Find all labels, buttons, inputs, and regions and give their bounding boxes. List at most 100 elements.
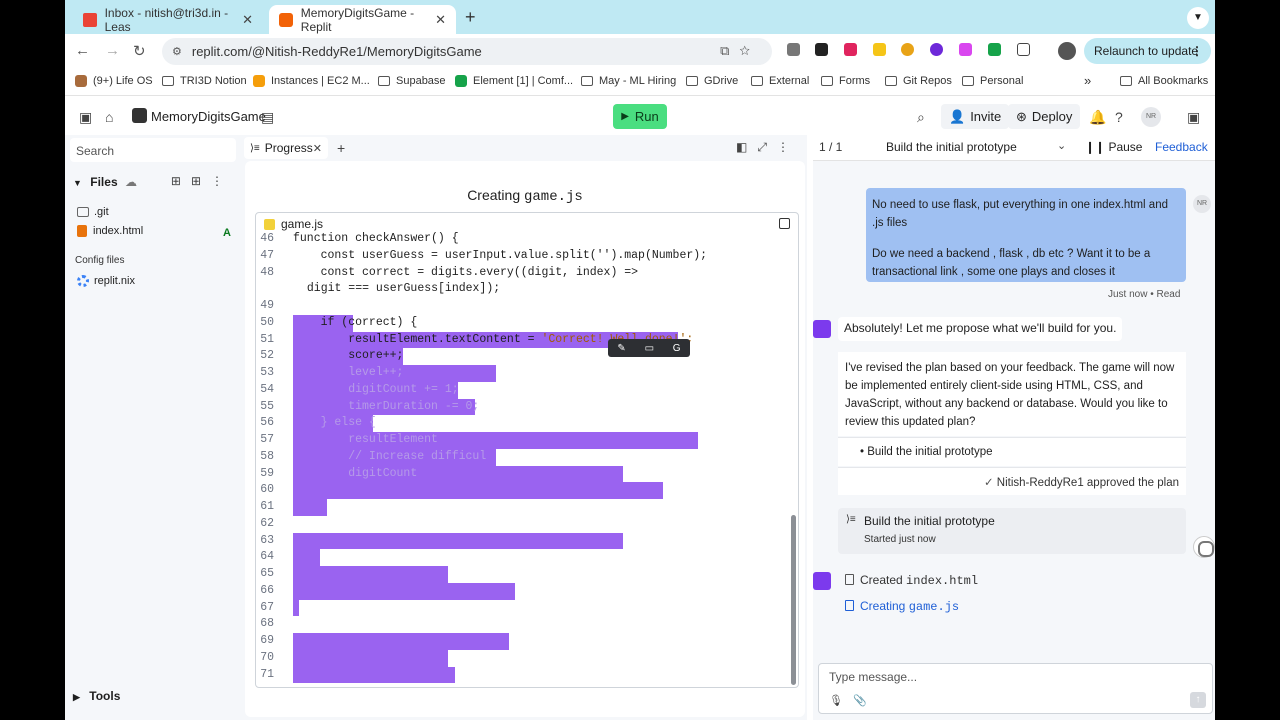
bookmark-item[interactable]: (9+) Life OS (75, 75, 153, 87)
reload-icon[interactable]: ↻ (133, 42, 146, 60)
message-input[interactable]: Type message... 🎙📎 ↑ (818, 663, 1213, 714)
extension-icon[interactable] (873, 43, 886, 56)
copy-icon[interactable] (779, 218, 790, 229)
html-file-icon (77, 225, 87, 237)
bookmark-item[interactable]: Element [1] | Comf... (455, 75, 573, 87)
bookmark-item[interactable]: Personal (962, 75, 1023, 87)
assistant-bubble-icon[interactable] (1193, 536, 1215, 558)
send-button[interactable]: ↑ (1190, 692, 1206, 708)
search-icon[interactable]: ⌕ (917, 109, 925, 126)
forward-icon[interactable]: → (105, 42, 120, 59)
pause-button[interactable]: ❙❙ Pause (1085, 140, 1142, 154)
chevron-down-icon[interactable]: ⌄ (1057, 139, 1066, 152)
close-icon[interactable]: ✕ (435, 12, 446, 28)
folder-icon (1120, 76, 1132, 86)
invite-button[interactable]: 👤 Invite (941, 104, 1010, 129)
code-line: } else { (293, 416, 376, 430)
puzzle-icon[interactable] (1017, 43, 1030, 56)
pane-actions[interactable]: ◧⤢⋮ (736, 140, 799, 155)
profile-avatar[interactable] (1058, 42, 1076, 60)
file-sidebar: Search ▼ Files ☁ ⊞⊞⋮ .git index.html A C… (65, 135, 241, 720)
close-icon[interactable]: ✕ (242, 12, 253, 28)
mic-icon[interactable]: 🎙📎 (829, 694, 877, 707)
bookmark-star-icon[interactable]: ⧉☆ (720, 43, 760, 59)
selection-highlight (293, 599, 299, 617)
created-file-entry[interactable]: Created index.html (845, 573, 978, 588)
bookmark-item[interactable]: Git Repos (885, 75, 952, 87)
extension-icon[interactable] (787, 43, 800, 56)
feedback-button[interactable]: Feedback (1155, 140, 1208, 154)
file-icon (845, 574, 854, 585)
bell-icon[interactable]: 🔔 (1089, 109, 1106, 126)
notion-icon[interactable] (815, 43, 828, 56)
file-item[interactable]: index.html (77, 225, 143, 237)
bookmark-item[interactable]: Instances | EC2 M... (253, 75, 370, 87)
search-input[interactable]: Search (70, 138, 236, 162)
files-label: Files (90, 175, 118, 189)
run-button[interactable]: ▶ Run (613, 104, 667, 129)
bookmark-item[interactable]: External (751, 75, 809, 87)
comment-icon[interactable]: ▭ (645, 343, 654, 354)
creating-prefix: Creating (860, 599, 906, 613)
agent-icon (813, 320, 831, 338)
extension-icon[interactable] (959, 43, 972, 56)
site-info-icon[interactable]: ⚙ (172, 45, 182, 58)
build-step-card[interactable]: ⟩≡ Build the initial prototype Started j… (838, 508, 1186, 554)
chevron-down-icon[interactable]: ▼ (1187, 7, 1209, 29)
tab-progress[interactable]: ⟩≡ Progress ✕ (244, 137, 328, 159)
avatar[interactable]: NR (1141, 107, 1161, 127)
tools-section[interactable]: ▶ Tools (73, 689, 120, 703)
bookmark-item[interactable]: GDrive (686, 75, 738, 87)
line-number: 69 (260, 634, 274, 647)
help-icon[interactable]: ? (1115, 109, 1123, 125)
repl-name[interactable]: MemoryDigitsGame (151, 109, 266, 124)
config-files-header: Config files (75, 255, 125, 266)
more-icon[interactable]: ⋮ (1191, 44, 1203, 58)
all-bookmarks-item[interactable]: All Bookmarks (1120, 75, 1208, 87)
bookmark-item[interactable]: Forms (821, 75, 870, 87)
extension-icon[interactable] (930, 43, 943, 56)
tab-gmail[interactable]: Inbox - nitish@tri3d.in - Leas ✕ (73, 5, 263, 34)
home-icon[interactable]: ⌂ (105, 109, 113, 125)
bookmark-item[interactable]: TRI3D Notion (162, 75, 247, 87)
selection-highlight (293, 649, 448, 667)
close-icon[interactable]: ✕ (313, 142, 322, 155)
line-number: 60 (260, 483, 274, 497)
file-item[interactable]: replit.nix (77, 275, 135, 287)
sidebar-toggle-icon[interactable]: ▣ (79, 109, 92, 126)
run-label: Run (634, 109, 659, 124)
selection-highlight (293, 566, 448, 583)
extension-icon[interactable] (844, 43, 857, 56)
panel-toggle-icon[interactable]: ▣ (1187, 109, 1200, 126)
files-header[interactable]: ▼ Files ☁ (73, 175, 137, 189)
line-number: 48 (260, 265, 274, 279)
address-bar[interactable]: ⚙ replit.com/@Nitish-ReddyRe1/MemoryDigi… (162, 38, 772, 65)
bookmark-item[interactable]: Supabase (378, 75, 446, 87)
bookmark-item[interactable]: May - ML Hiring (581, 75, 676, 87)
repl-settings-icon[interactable]: ▤ (261, 109, 274, 126)
google-icon[interactable]: G (673, 343, 681, 354)
code-line: const userGuess = userInput.value.split(… (293, 248, 708, 262)
tab-strip: Inbox - nitish@tri3d.in - Leas ✕ MemoryD… (65, 0, 1215, 34)
build-step-title: Build the initial prototype (864, 514, 995, 528)
extension-icon[interactable] (988, 43, 1001, 56)
add-tab-button[interactable]: + (337, 140, 345, 156)
creating-file-entry[interactable]: Creating game.js (845, 599, 959, 614)
edit-icon[interactable]: ✎ (617, 343, 625, 354)
selection-toolbar[interactable]: ✎ ▭ G (608, 339, 690, 357)
scrollbar[interactable] (791, 515, 796, 685)
extension-icon[interactable] (901, 43, 914, 56)
back-icon[interactable]: ← (75, 42, 90, 59)
plan-title[interactable]: Build the initial prototype (886, 140, 1017, 154)
tab-replit[interactable]: MemoryDigitsGame - Replit ✕ (269, 5, 456, 34)
new-tab-button[interactable]: + (465, 7, 476, 28)
more-bookmarks-button[interactable]: » (1084, 73, 1091, 88)
code-viewer[interactable]: game.js 46 function checkAnswer() {47 con… (255, 212, 799, 688)
selection-highlight (293, 499, 327, 516)
file-actions[interactable]: ⊞⊞⋮ (171, 174, 233, 188)
bookmark-label: External (769, 75, 810, 87)
file-item[interactable]: .git (77, 206, 109, 218)
deploy-button[interactable]: ⊛ Deploy (1008, 104, 1081, 129)
relaunch-button[interactable]: Relaunch to update ⋮ (1084, 38, 1211, 64)
line-number: 65 (260, 567, 274, 580)
